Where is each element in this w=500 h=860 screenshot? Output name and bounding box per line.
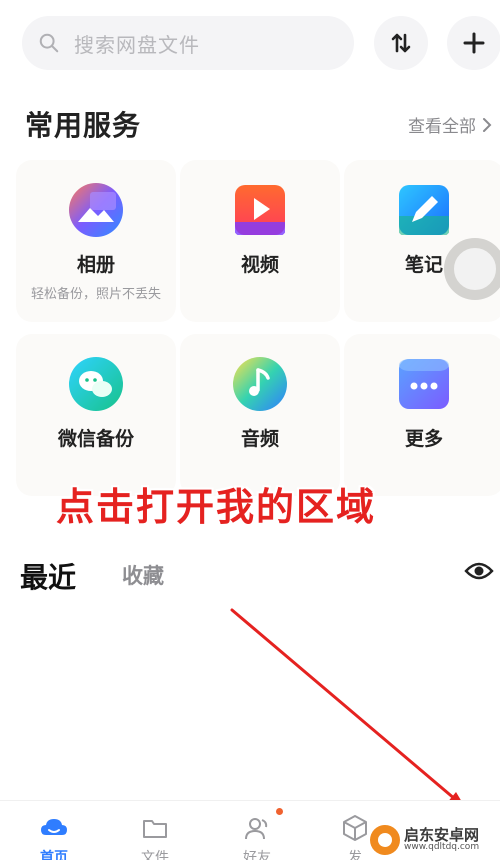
service-wechat-backup[interactable]: 微信备份 (16, 334, 176, 496)
service-sublabel: 轻松备份，照片不丢失 (30, 287, 161, 302)
nav-files[interactable]: 文件 (110, 813, 200, 860)
video-icon (235, 185, 285, 235)
discover-icon (343, 815, 367, 841)
service-label: 微信备份 (57, 428, 134, 450)
nav-label: 发 (348, 850, 362, 860)
service-label: 笔记 (404, 254, 443, 276)
service-label: 相册 (76, 254, 115, 276)
annotation-text: 点击打开我的区域 (56, 485, 377, 529)
nav-label: 首页 (40, 850, 68, 860)
service-video[interactable]: 视频 (180, 160, 340, 322)
add-button[interactable] (447, 16, 500, 70)
plus-icon (463, 32, 485, 54)
app-screen: 搜索网盘文件 常用服务 查看全部 相册 轻松备份，照片不丢失 视频 笔记 微信备… (0, 0, 500, 860)
tab-recent[interactable]: 最近 (20, 556, 76, 596)
search-placeholder: 搜索网盘文件 (74, 32, 200, 57)
friends-icon (245, 818, 268, 840)
notification-dot (276, 808, 283, 815)
services-title: 常用服务 (25, 109, 142, 142)
watermark: 启东安卓网 www.qdltdq.com (370, 820, 500, 860)
album-icon (69, 183, 123, 237)
sort-button[interactable] (374, 16, 428, 70)
service-label: 视频 (240, 254, 279, 276)
search-icon (39, 33, 59, 53)
watermark-name: 启东安卓网 (404, 825, 480, 844)
audio-icon (233, 357, 287, 411)
eye-icon[interactable] (464, 558, 494, 584)
chevron-right-icon (483, 117, 492, 132)
floating-assistive-button[interactable] (444, 238, 500, 300)
home-cloud-icon (41, 819, 67, 835)
tab-favorites[interactable]: 收藏 (122, 560, 164, 590)
sort-arrows-icon (391, 33, 411, 53)
top-bar: 搜索网盘文件 (22, 16, 500, 70)
wechat-backup-icon (69, 357, 123, 411)
nav-friends[interactable]: 好友 (212, 813, 302, 860)
nav-label: 好友 (243, 850, 271, 860)
search-input[interactable]: 搜索网盘文件 (22, 16, 354, 70)
service-more[interactable]: 更多 (344, 334, 500, 496)
service-album[interactable]: 相册 轻松备份，照片不丢失 (16, 160, 176, 322)
note-icon (399, 185, 449, 235)
more-icon (399, 359, 449, 409)
watermark-logo-icon (370, 825, 400, 855)
service-label: 音频 (240, 428, 279, 450)
watermark-url: www.qdltdq.com (404, 842, 480, 853)
folder-icon (143, 820, 167, 838)
see-all-link[interactable]: 查看全部 (408, 112, 492, 137)
service-label: 更多 (404, 428, 443, 450)
nav-label: 文件 (141, 850, 169, 860)
see-all-label: 查看全部 (408, 117, 476, 137)
service-audio[interactable]: 音频 (180, 334, 340, 496)
nav-home[interactable]: 首页 (9, 813, 99, 860)
